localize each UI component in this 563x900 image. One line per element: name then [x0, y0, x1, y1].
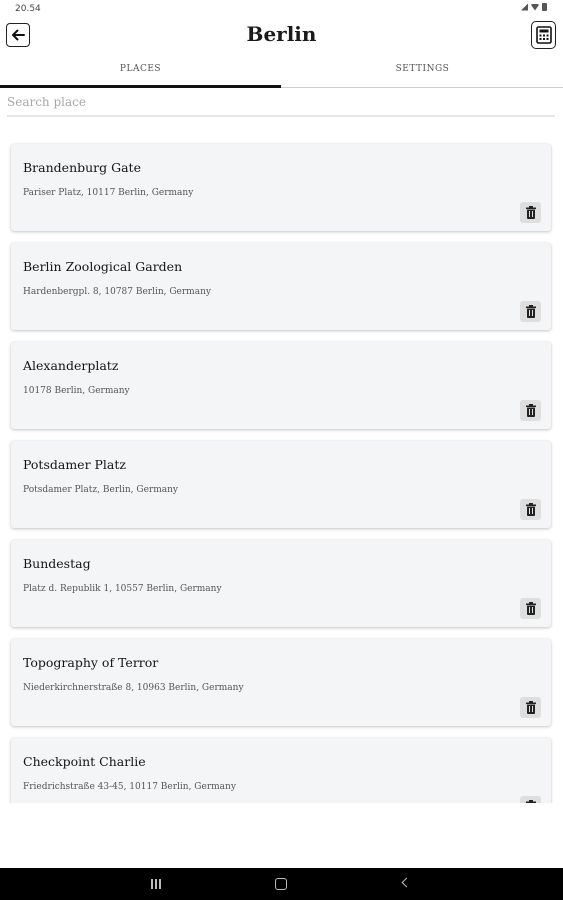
- place-card[interactable]: Alexanderplatz 10178 Berlin, Germany: [11, 342, 551, 429]
- tab-places[interactable]: PLACES: [0, 58, 281, 88]
- place-name: Bundestag: [23, 556, 91, 571]
- delete-button[interactable]: [520, 598, 541, 619]
- recents-button[interactable]: [151, 879, 161, 889]
- home-button[interactable]: [275, 878, 287, 890]
- place-address: Friedrichstraße 43-45, 10117 Berlin, Ger…: [23, 782, 236, 792]
- system-nav-bar: [0, 868, 563, 900]
- place-address: Pariser Platz, 10117 Berlin, Germany: [23, 188, 194, 198]
- tab-bar: PLACES SETTINGS: [0, 58, 563, 88]
- trash-icon: [525, 701, 536, 714]
- delete-button[interactable]: [520, 697, 541, 718]
- calculator-icon: [535, 26, 552, 44]
- place-name: Topography of Terror: [23, 655, 159, 670]
- search-field: [7, 91, 555, 117]
- status-icons: [521, 3, 547, 11]
- places-list[interactable]: Brandenburg Gate Pariser Platz, 10117 Be…: [0, 140, 563, 803]
- place-card[interactable]: Potsdamer Platz Potsdamer Platz, Berlin,…: [11, 441, 551, 528]
- trash-icon: [525, 206, 536, 219]
- place-card[interactable]: Berlin Zoological Garden Hardenbergpl. 8…: [11, 243, 551, 330]
- place-address: Platz d. Republik 1, 10557 Berlin, Germa…: [23, 584, 222, 594]
- battery-icon: [542, 3, 547, 11]
- search-input[interactable]: [7, 92, 555, 112]
- app-bar: Berlin: [0, 18, 563, 54]
- delete-button[interactable]: [520, 400, 541, 421]
- trash-icon: [525, 404, 536, 417]
- place-address: 10178 Berlin, Germany: [23, 386, 130, 396]
- delete-button[interactable]: [520, 796, 541, 803]
- system-back-button[interactable]: [401, 877, 412, 888]
- tab-places-label: PLACES: [119, 64, 162, 74]
- tab-settings[interactable]: SETTINGS: [282, 58, 563, 87]
- delete-button[interactable]: [520, 301, 541, 322]
- place-address: Niederkirchnerstraße 8, 10963 Berlin, Ge…: [23, 683, 244, 693]
- place-name: Checkpoint Charlie: [23, 754, 146, 769]
- place-address: Potsdamer Platz, Berlin, Germany: [23, 485, 178, 495]
- place-card[interactable]: Topography of Terror Niederkirchnerstraß…: [11, 639, 551, 726]
- page-title: Berlin: [246, 22, 317, 46]
- place-name: Berlin Zoological Garden: [23, 259, 183, 274]
- status-time: 20.54: [15, 4, 41, 14]
- place-name: Brandenburg Gate: [23, 160, 141, 175]
- place-name: Potsdamer Platz: [23, 457, 126, 472]
- trash-icon: [525, 305, 536, 318]
- signal-icon: [521, 3, 528, 11]
- trash-icon: [525, 503, 536, 516]
- tab-settings-label: SETTINGS: [395, 64, 450, 74]
- place-address: Hardenbergpl. 8, 10787 Berlin, Germany: [23, 287, 211, 297]
- place-card[interactable]: Brandenburg Gate Pariser Platz, 10117 Be…: [11, 144, 551, 231]
- place-card[interactable]: Checkpoint Charlie Friedrichstraße 43-45…: [11, 738, 551, 803]
- recents-icon: [151, 879, 153, 889]
- delete-button[interactable]: [520, 499, 541, 520]
- tab-selected-indicator: [0, 85, 281, 88]
- trash-icon: [525, 800, 536, 803]
- trash-icon: [525, 602, 536, 615]
- delete-button[interactable]: [520, 202, 541, 223]
- status-bar: 20.54: [0, 0, 563, 18]
- place-name: Alexanderplatz: [23, 358, 119, 373]
- wifi-icon: [531, 3, 539, 11]
- place-card[interactable]: Bundestag Platz d. Republik 1, 10557 Ber…: [11, 540, 551, 627]
- calculator-button[interactable]: [531, 21, 556, 49]
